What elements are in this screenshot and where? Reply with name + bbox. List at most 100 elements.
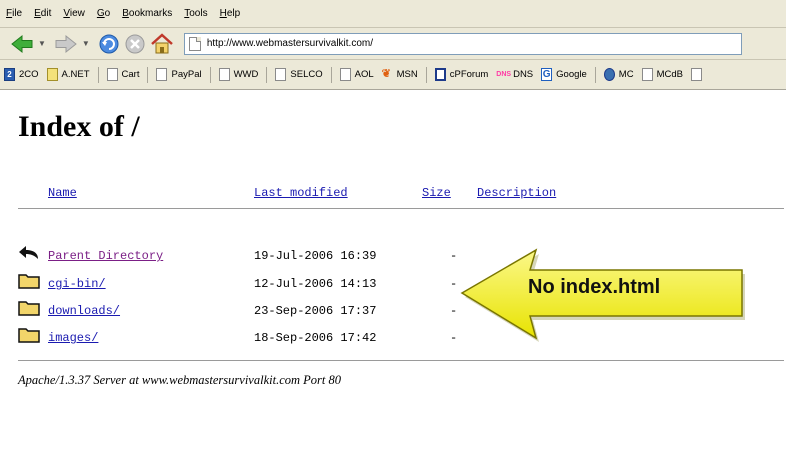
- folder-icon: [18, 299, 40, 322]
- reload-icon: [99, 34, 119, 53]
- url-text: http://www.webmastersurvivalkit.com/: [206, 38, 374, 49]
- stop-button[interactable]: [124, 33, 146, 55]
- forward-dropdown[interactable]: ▼: [82, 39, 90, 48]
- row-size: -: [450, 249, 458, 263]
- parent-directory-link[interactable]: Parent Directory: [48, 249, 163, 263]
- forward-arrow-icon: [55, 34, 77, 53]
- row-size: -: [450, 331, 458, 345]
- page-icon: [339, 68, 351, 81]
- menu-go[interactable]: Go: [97, 8, 110, 19]
- row-size: -: [450, 277, 458, 291]
- menu-edit[interactable]: Edit: [34, 8, 51, 19]
- bookmark-cpforum[interactable]: cPForum: [434, 68, 489, 81]
- bookmark-label: cPForum: [449, 69, 489, 80]
- page-icon[interactable]: [690, 68, 702, 81]
- forward-button[interactable]: [54, 34, 78, 54]
- back-button[interactable]: [10, 34, 34, 54]
- bookmark-cart[interactable]: Cart: [106, 68, 140, 81]
- bookmark-google[interactable]: G Google: [541, 68, 587, 81]
- row-date: 18-Sep-2006 17:42: [254, 331, 377, 345]
- separator: [147, 66, 149, 83]
- column-header-last-modified[interactable]: Last modified: [254, 186, 348, 200]
- bookmark-label: PayPal: [171, 69, 202, 80]
- stop-icon: [125, 34, 145, 53]
- separator: [425, 66, 427, 83]
- folder-icon: [18, 272, 40, 295]
- divider: [18, 208, 784, 209]
- column-header-description[interactable]: Description: [477, 186, 556, 200]
- dns-icon: DNS: [496, 71, 512, 78]
- table-row: Parent Directory 19-Jul-2006 16:39 -: [18, 244, 488, 266]
- bookmark-dns[interactable]: DNS DNS: [496, 69, 533, 80]
- back-arrow-icon: [11, 34, 33, 53]
- reload-button[interactable]: [98, 33, 120, 55]
- page-title: Index of /: [18, 110, 140, 143]
- bookmark-label: A.NET: [61, 69, 90, 80]
- row-date: 23-Sep-2006 17:37: [254, 304, 377, 318]
- bookmark-label: Google: [556, 69, 587, 80]
- url-bar[interactable]: http://www.webmastersurvivalkit.com/: [183, 32, 742, 55]
- bookmark-aol[interactable]: AOL: [339, 68, 374, 81]
- separator: [97, 66, 99, 83]
- mc-icon: [603, 68, 615, 81]
- home-icon: [151, 32, 173, 53]
- separator: [594, 66, 596, 83]
- cp-icon: [434, 68, 446, 81]
- bookmark-mcdb[interactable]: MCdB: [641, 68, 683, 81]
- bookmark-label: AOL: [354, 69, 374, 80]
- page-icon: [218, 68, 230, 81]
- menu-view[interactable]: View: [63, 8, 85, 19]
- table-row: cgi-bin/ 12-Jul-2006 14:13 -: [18, 272, 488, 294]
- bookmark-label: WWD: [233, 69, 259, 80]
- bookmark-label: Cart: [121, 69, 140, 80]
- divider: [18, 360, 784, 361]
- bookmark-msn[interactable]: ❦ MSN: [382, 68, 418, 81]
- back-arrow-icon: [18, 244, 40, 267]
- bookmark-label: DNS: [513, 69, 534, 80]
- bookmark-2co[interactable]: 2 2CO: [4, 68, 39, 81]
- menu-bookmarks[interactable]: Bookmarks: [122, 8, 172, 19]
- square-badge-icon: 2: [4, 68, 15, 81]
- bookmark-label: MCdB: [656, 69, 683, 80]
- page-icon: [156, 68, 168, 81]
- page-icon: [188, 36, 201, 51]
- google-icon: G: [541, 68, 553, 81]
- bookmark-anet[interactable]: A.NET: [46, 68, 90, 81]
- table-row: images/ 18-Sep-2006 17:42 -: [18, 326, 488, 348]
- page-icon: [106, 68, 118, 81]
- cgi-bin-link[interactable]: cgi-bin/: [48, 277, 106, 291]
- row-date: 12-Jul-2006 14:13: [254, 277, 377, 291]
- bookmark-label: MSN: [396, 69, 418, 80]
- folder-icon: [18, 326, 40, 349]
- butterfly-icon: ❦: [381, 68, 391, 80]
- yellow-folder-icon: [46, 68, 58, 81]
- column-header-size[interactable]: Size: [422, 186, 451, 200]
- bookmark-label: SELCO: [290, 69, 323, 80]
- bookmarks-toolbar: 2 2CO A.NET Cart PayPal WWD SELCO AOL ❦ MS…: [0, 60, 786, 90]
- bookmark-mc[interactable]: MC: [603, 68, 634, 81]
- bookmark-wwd[interactable]: WWD: [218, 68, 259, 81]
- column-header-name[interactable]: Name: [48, 186, 77, 200]
- menu-help[interactable]: Help: [220, 8, 241, 19]
- row-size: -: [450, 304, 458, 318]
- menu-tools[interactable]: Tools: [184, 8, 207, 19]
- row-date: 19-Jul-2006 16:39: [254, 249, 377, 263]
- bookmark-selco[interactable]: SELCO: [275, 68, 323, 81]
- page-icon: [275, 68, 287, 81]
- bookmark-label: MC: [618, 69, 634, 80]
- bookmark-label: 2CO: [19, 69, 39, 80]
- navigation-toolbar: ▼ ▼ http://www.webmastersurvivalkit.com/: [0, 28, 786, 60]
- callout-label: No index.html: [528, 276, 661, 298]
- menu-bar: File Edit View Go Bookmarks Tools Help: [0, 0, 786, 28]
- home-button[interactable]: [150, 32, 174, 55]
- images-link[interactable]: images/: [48, 331, 98, 345]
- page-icon: [641, 68, 653, 81]
- table-row: downloads/ 23-Sep-2006 17:37 -: [18, 299, 488, 321]
- menu-file[interactable]: File: [6, 8, 22, 19]
- downloads-link[interactable]: downloads/: [48, 304, 120, 318]
- server-signature: Apache/1.3.37 Server at www.webmastersur…: [18, 373, 341, 387]
- separator: [209, 66, 211, 83]
- bookmark-paypal[interactable]: PayPal: [156, 68, 202, 81]
- back-dropdown[interactable]: ▼: [38, 39, 46, 48]
- separator: [330, 66, 332, 83]
